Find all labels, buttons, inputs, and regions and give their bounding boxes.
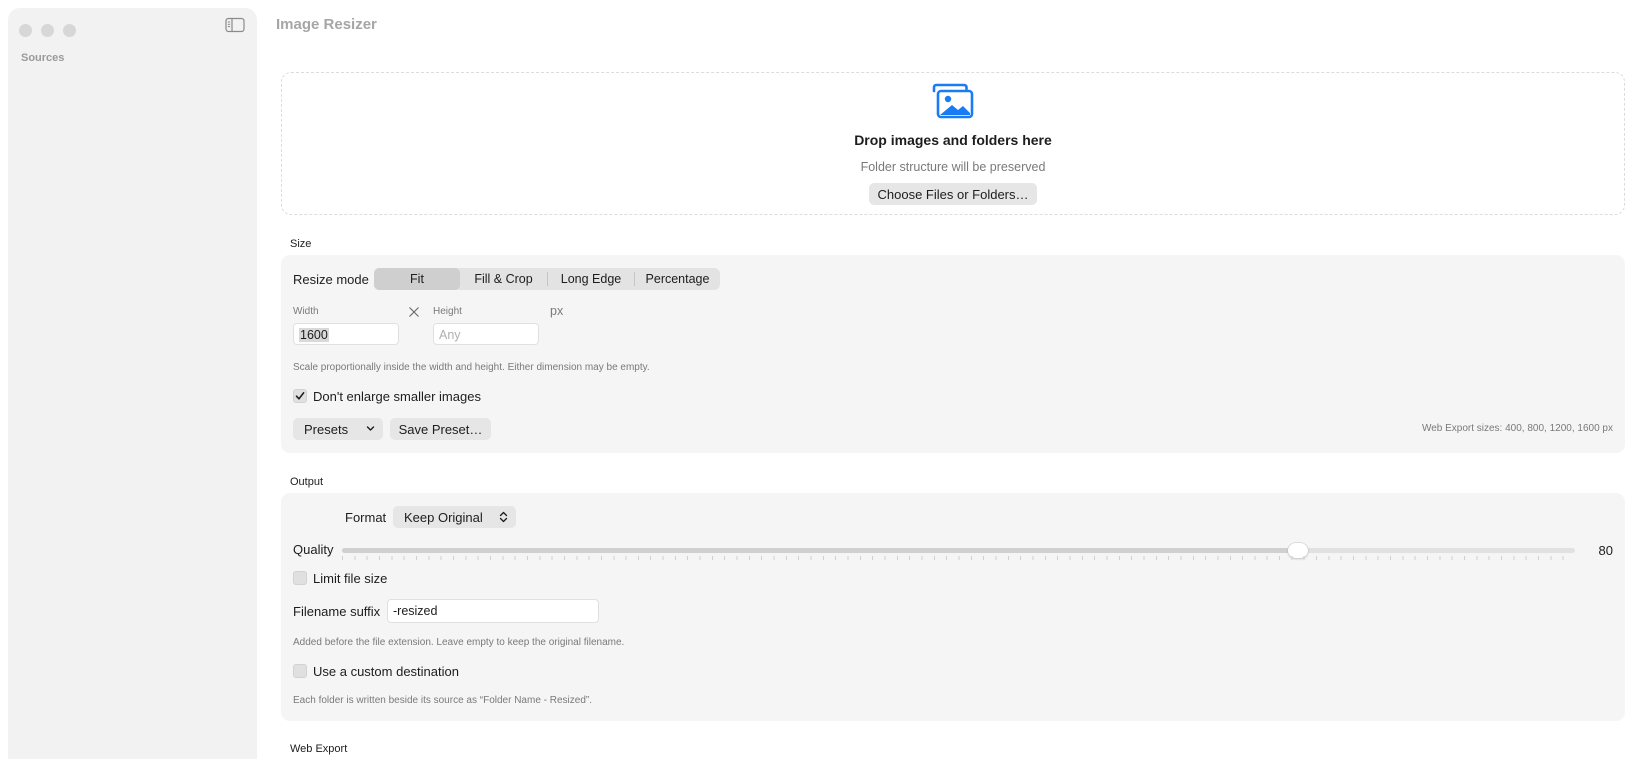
dont-enlarge-label[interactable]: Don't enlarge smaller images — [313, 389, 481, 404]
window-controls — [19, 24, 76, 37]
quality-label: Quality — [293, 542, 334, 557]
filename-suffix-field[interactable]: -resized — [387, 599, 599, 623]
size-help-text: Scale proportionally inside the width an… — [293, 362, 650, 373]
limit-file-size-checkbox[interactable] — [293, 571, 307, 585]
quality-value: 80 — [1598, 543, 1613, 558]
resize-mode-label: Resize mode — [293, 272, 369, 287]
save-preset-button[interactable]: Save Preset… — [390, 418, 491, 440]
segment-fill-crop[interactable]: Fill & Crop — [460, 268, 547, 290]
drop-zone-title: Drop images and folders here — [854, 132, 1052, 148]
sidebar-toggle-icon[interactable] — [225, 17, 245, 33]
custom-destination-label[interactable]: Use a custom destination — [313, 664, 459, 679]
height-label: Height — [433, 306, 462, 317]
dont-enlarge-checkbox[interactable] — [293, 389, 307, 403]
segment-long-edge[interactable]: Long Edge — [548, 268, 634, 290]
custom-destination-checkbox[interactable] — [293, 664, 307, 678]
checkmark-icon — [295, 392, 305, 400]
drop-zone[interactable]: Drop images and folders here Folder stru… — [281, 72, 1625, 215]
segment-percentage[interactable]: Percentage — [635, 268, 720, 290]
width-field[interactable]: 1600 — [293, 323, 399, 345]
segment-fit[interactable]: Fit — [374, 268, 460, 290]
window-title: Image Resizer — [276, 16, 377, 33]
presets-label: Presets — [304, 421, 349, 437]
size-panel: Resize mode Fit Fill & Crop Long Edge Pe… — [281, 255, 1625, 453]
web-export-sizes-text: Web Export sizes: 400, 800, 1200, 1600 p… — [1421, 423, 1613, 434]
format-value: Keep Original — [404, 509, 483, 525]
presets-menu-button[interactable]: Presets — [293, 418, 383, 440]
sidebar-section-title: Sources — [21, 52, 65, 64]
sidebar: Sources — [8, 8, 257, 759]
minimize-window-button[interactable] — [41, 24, 54, 37]
zoom-window-button[interactable] — [63, 24, 76, 37]
output-section-label: Output — [290, 476, 324, 488]
suffix-help-text: Added before the file extension. Leave e… — [293, 637, 625, 648]
unit-label: px — [550, 304, 564, 318]
output-panel: Format Keep Original Quality 80 Limit fi… — [281, 493, 1625, 721]
size-section-label: Size — [290, 238, 312, 250]
quality-slider-fill — [342, 548, 1298, 553]
drop-zone-subtitle: Folder structure will be preserved — [860, 160, 1046, 174]
multiply-icon — [409, 307, 419, 317]
filename-suffix-label: Filename suffix — [293, 604, 381, 619]
chevron-down-icon — [366, 426, 375, 431]
destination-help-text: Each folder is written beside its source… — [293, 695, 593, 706]
height-field[interactable]: Any — [433, 323, 539, 345]
up-down-chevron-icon — [499, 511, 508, 523]
limit-file-size-label[interactable]: Limit file size — [313, 571, 387, 586]
width-label: Width — [293, 306, 319, 317]
format-popup-button[interactable]: Keep Original — [393, 506, 516, 528]
format-label: Format — [345, 510, 387, 525]
resize-mode-segmented-control[interactable]: Fit Fill & Crop Long Edge Percentage — [374, 268, 720, 290]
choose-files-button[interactable]: Choose Files or Folders… — [869, 183, 1037, 205]
quality-slider[interactable] — [342, 543, 1575, 558]
close-window-button[interactable] — [19, 24, 32, 37]
quality-slider-ticks — [342, 556, 1575, 560]
width-value: 1600 — [299, 328, 329, 342]
web-export-section-label: Web Export — [290, 743, 348, 755]
photo-stack-icon — [932, 83, 974, 119]
